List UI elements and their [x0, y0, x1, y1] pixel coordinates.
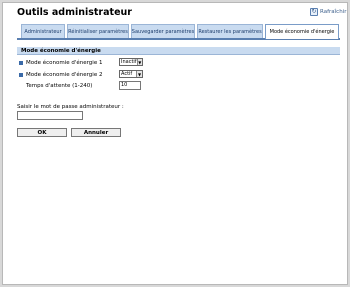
- section-header: Mode économie d'énergie: [17, 47, 340, 55]
- energy-mode-2-select[interactable]: Actif ▼: [119, 70, 143, 78]
- chevron-down-icon[interactable]: ▼: [136, 71, 142, 77]
- password-field[interactable]: [17, 111, 83, 120]
- page-title: Outils administrateur: [17, 7, 132, 18]
- tab-energy-saver-mode[interactable]: Mode économie d'énergie: [265, 24, 339, 39]
- ok-button[interactable]: OK: [17, 128, 67, 137]
- tab-administrator[interactable]: Administrateur: [21, 24, 65, 38]
- chevron-down-icon[interactable]: ▼: [136, 59, 142, 65]
- tab-restore-settings[interactable]: Restaurer les paramètres: [197, 24, 263, 38]
- refresh-link[interactable]: ↻ Rafraîchir: [310, 8, 346, 16]
- cancel-button[interactable]: Annuler: [71, 128, 121, 137]
- wait-time-row: Temps d'attente (1-240): [19, 81, 92, 90]
- refresh-icon[interactable]: ↻: [310, 8, 318, 16]
- bullet-icon: [19, 72, 23, 77]
- tab-reset-settings[interactable]: Réinitialiser paramètres: [67, 24, 129, 38]
- energy-mode-2-row: Mode économie d'énergie 2: [19, 70, 102, 79]
- energy-mode-1-label: Mode économie d'énergie 1: [26, 59, 103, 66]
- energy-mode-1-value[interactable]: Inactif: [120, 59, 137, 65]
- password-label: Saisir le mot de passe administrateur :: [17, 104, 124, 110]
- energy-mode-2-value[interactable]: Actif: [120, 71, 136, 77]
- refresh-label[interactable]: Rafraîchir: [320, 9, 346, 15]
- energy-mode-1-select[interactable]: Inactif ▼: [119, 58, 143, 66]
- admin-tools-window: Outils administrateur ↻ Rafraîchir Admin…: [2, 2, 348, 285]
- wait-time-label: Temps d'attente (1-240): [26, 82, 93, 89]
- tab-save-settings[interactable]: Sauvegarder paramètres: [131, 24, 195, 38]
- tab-bar: Administrateur Réinitialiser paramètres …: [17, 22, 340, 40]
- wait-time-input[interactable]: 10: [119, 81, 141, 90]
- energy-mode-1-row: Mode économie d'énergie 1: [19, 58, 102, 67]
- bullet-icon: [19, 60, 23, 65]
- energy-mode-2-label: Mode économie d'énergie 2: [26, 71, 103, 78]
